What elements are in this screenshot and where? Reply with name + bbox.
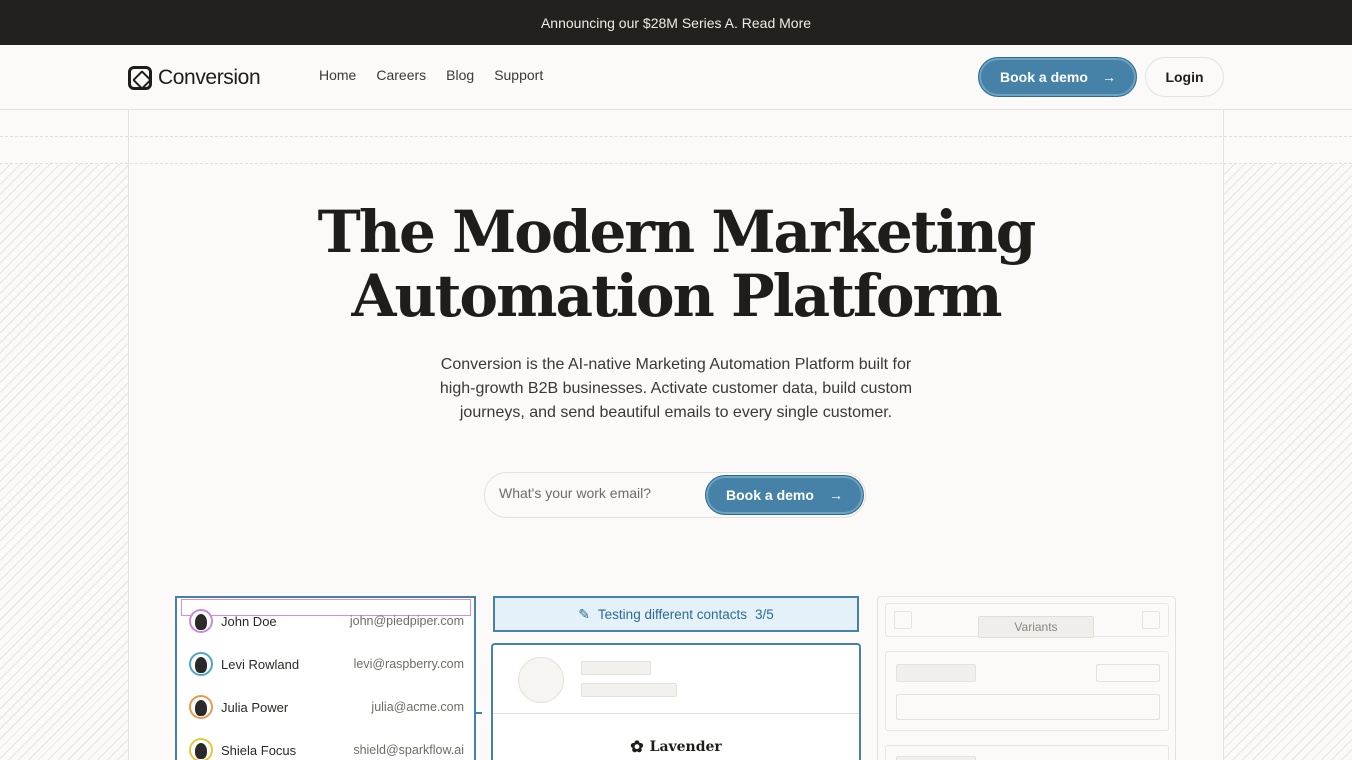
avatar <box>189 695 213 719</box>
login-label: Login <box>1165 69 1204 85</box>
email-brand-name: Lavender <box>649 738 722 755</box>
contact-name: Shiela Focus <box>221 742 297 758</box>
skeleton-line <box>1096 664 1160 682</box>
hero-title-line: Automation Platform <box>351 262 1002 330</box>
login-button[interactable]: Login <box>1145 57 1224 97</box>
contact-row[interactable]: Shiela Focus shield@sparkflow.ai <box>189 736 464 760</box>
edit-pen-icon: ✎ <box>578 605 590 622</box>
variants-label: Variants <box>1014 620 1058 634</box>
hero-subtitle: Conversion is the AI-native Marketing Au… <box>439 356 913 421</box>
hero-title: The Modern Marketing Automation Platform <box>300 200 1052 328</box>
announcement-link[interactable]: Announcing our $28M Series A. Read More <box>541 15 811 31</box>
connector-line <box>474 712 482 714</box>
email-divider <box>493 713 859 714</box>
hero-title-line: The Modern Marketing <box>317 198 1037 266</box>
announcement-bar: Announcing our $28M Series A. Read More <box>0 0 1352 45</box>
contact-email: levi@raspberry.com <box>353 657 464 671</box>
testing-contacts-banner: ✎ Testing different contacts 3/5 <box>493 596 859 632</box>
arrow-right-icon: → <box>829 487 843 503</box>
email-brand: ✿ Lavender <box>493 737 859 756</box>
brand-logo[interactable]: Conversion <box>128 65 261 91</box>
variants-card: Variants <box>877 596 1176 760</box>
hatch-pattern-left <box>0 164 128 760</box>
logo-icon <box>128 66 152 90</box>
dashed-divider <box>0 163 1352 164</box>
nav-link-blog[interactable]: Blog <box>446 67 474 83</box>
avatar <box>189 609 213 633</box>
nav-links: Home Careers Blog Support <box>319 67 543 83</box>
contact-email: shield@sparkflow.ai <box>353 743 464 757</box>
avatar <box>189 652 213 676</box>
checkbox-placeholder <box>1142 611 1160 629</box>
nav-link-support[interactable]: Support <box>494 67 543 83</box>
contact-name: Julia Power <box>221 699 289 715</box>
contact-row[interactable]: Levi Rowland levi@raspberry.com <box>189 650 464 678</box>
variants-header: Variants <box>885 603 1169 638</box>
nav-book-demo-label: Book a demo <box>1000 69 1088 85</box>
variant-block <box>885 651 1169 731</box>
testing-label: Testing different contacts <box>597 606 748 622</box>
contacts-list-card: John Doe john@piedpiper.com Levi Rowland… <box>175 596 476 760</box>
brand-name: Conversion <box>158 66 261 89</box>
skeleton-line <box>896 756 976 760</box>
testing-count: 3/5 <box>755 606 774 622</box>
flower-logo-icon: ✿ <box>630 737 644 756</box>
skeleton-line <box>581 683 677 697</box>
contact-row[interactable]: John Doe john@piedpiper.com <box>189 607 464 635</box>
sender-avatar-placeholder <box>518 657 564 703</box>
contact-name: John Doe <box>221 613 277 629</box>
contact-row[interactable]: Julia Power julia@acme.com <box>189 693 464 721</box>
arrow-right-icon: → <box>1102 69 1116 85</box>
skeleton-line <box>896 664 976 682</box>
hatch-pattern-right <box>1224 164 1352 760</box>
nav-book-demo-button[interactable]: Book a demo → <box>978 57 1137 97</box>
avatar <box>189 738 213 760</box>
variant-block <box>885 745 1169 760</box>
skeleton-line <box>581 661 651 675</box>
nav-link-home[interactable]: Home <box>319 67 356 83</box>
variants-tab[interactable]: Variants <box>978 616 1094 638</box>
contact-email: julia@acme.com <box>371 700 464 714</box>
skeleton-field <box>896 694 1160 720</box>
nav-link-careers[interactable]: Careers <box>376 67 426 83</box>
frame-border-left <box>128 110 129 760</box>
contact-name: Levi Rowland <box>221 656 300 672</box>
checkbox-placeholder <box>894 611 912 629</box>
work-email-input[interactable] <box>499 485 699 501</box>
hero-book-demo-button[interactable]: Book a demo → <box>705 475 864 515</box>
dashed-divider <box>0 136 1352 137</box>
email-preview-card: ✿ Lavender <box>491 643 861 760</box>
email-signup-form: Book a demo → <box>484 472 866 518</box>
contact-email: john@piedpiper.com <box>349 614 464 628</box>
hero-book-demo-label: Book a demo <box>726 487 814 503</box>
top-navigation: Conversion Home Careers Blog Support Boo… <box>0 45 1352 110</box>
